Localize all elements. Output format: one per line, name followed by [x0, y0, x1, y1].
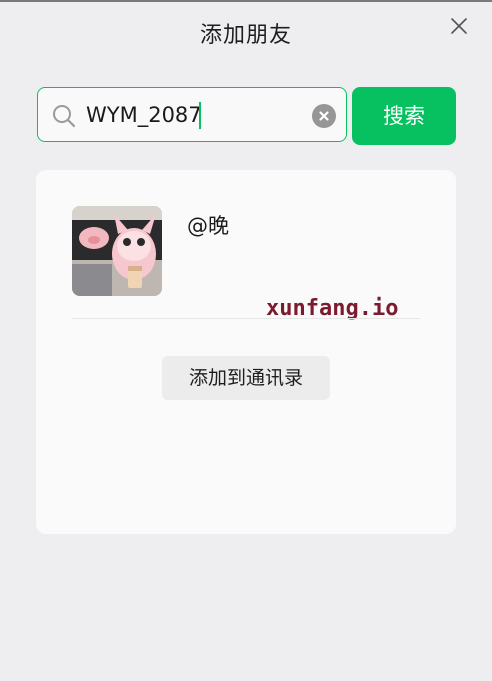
clear-icon[interactable]	[312, 104, 336, 128]
text-caret	[199, 102, 201, 129]
dialog-title: 添加朋友	[199, 23, 292, 48]
avatar[interactable]	[72, 206, 162, 296]
divider	[72, 318, 420, 319]
close-icon[interactable]	[449, 16, 469, 36]
search-icon	[52, 104, 76, 128]
search-input[interactable]	[86, 98, 306, 132]
contact-nickname: @晚	[187, 214, 229, 238]
search-field[interactable]	[37, 87, 347, 142]
search-result-card: @晚 xunfang.io 添加到通讯录	[36, 170, 456, 534]
window-top-border	[0, 0, 492, 2]
add-to-contacts-button[interactable]: 添加到通讯录	[162, 356, 330, 400]
search-button[interactable]: 搜索	[352, 87, 456, 145]
